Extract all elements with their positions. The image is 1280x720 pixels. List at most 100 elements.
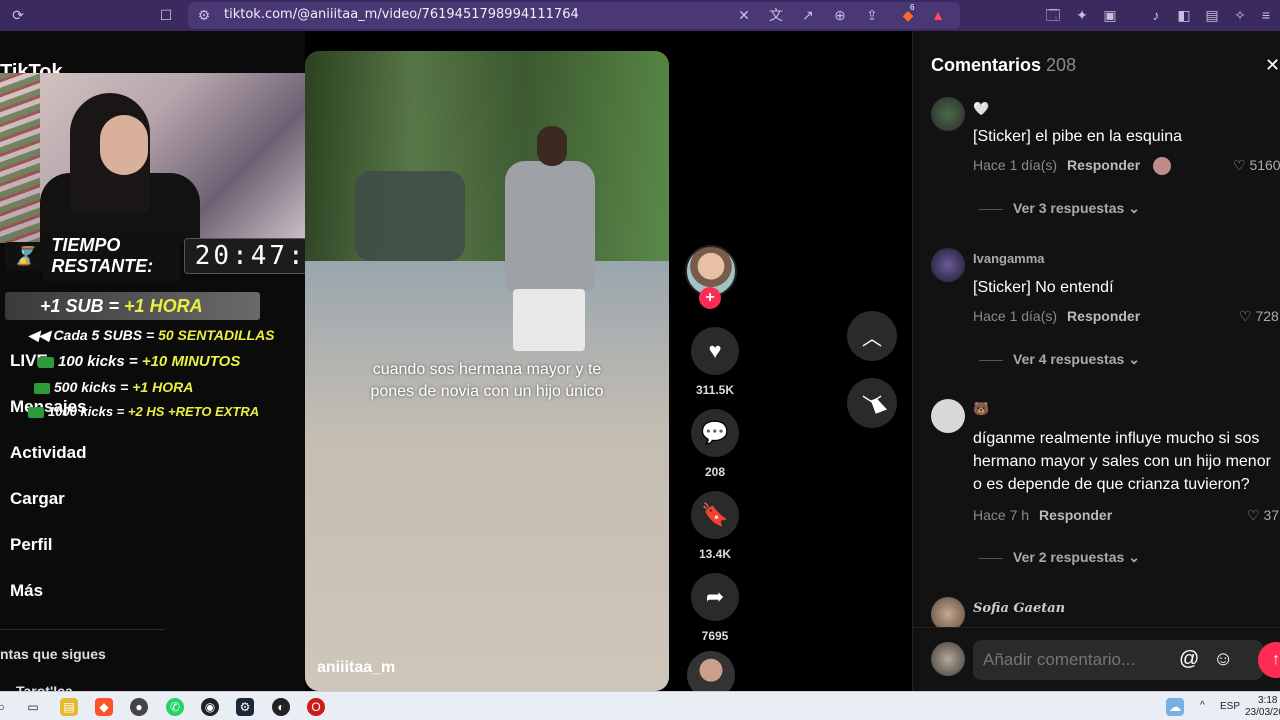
reply-button[interactable]: Responder — [1039, 507, 1112, 523]
opera-icon[interactable]: O — [307, 698, 325, 716]
reply-button[interactable]: Responder — [1067, 308, 1140, 324]
heart-outline-icon[interactable]: ♡ — [1247, 507, 1260, 523]
site-info-icon[interactable]: ⚙ — [196, 7, 212, 23]
sidebar-item-more[interactable]: Más — [10, 581, 43, 601]
comment-user[interactable]: 🤍 — [973, 101, 989, 117]
music-disc-avatar[interactable] — [687, 651, 735, 691]
comment-avatar[interactable] — [931, 597, 965, 631]
clock-date[interactable]: 23/03/20 — [1245, 707, 1280, 718]
bookmark-icon[interactable]: ☐ — [158, 7, 174, 23]
obs-icon[interactable]: ◉ — [201, 698, 219, 716]
task-view-icon[interactable]: ▭ — [24, 698, 42, 716]
comment-text: [Sticker] el pibe en la esquina — [973, 128, 1183, 145]
sidebar-icon[interactable]: ◧ — [1176, 7, 1192, 23]
language-indicator[interactable]: ESP — [1220, 701, 1240, 712]
creator-liked-avatar — [1153, 157, 1171, 175]
app-taskbar-icon[interactable]: ● — [130, 698, 148, 716]
extensions-icon[interactable]: ✦ — [1074, 7, 1090, 23]
comment-avatar[interactable] — [931, 97, 965, 131]
clock-time[interactable]: 3:18 — [1258, 695, 1277, 706]
comment-avatar[interactable] — [931, 399, 965, 433]
leo-ai-icon[interactable]: ✧ — [1232, 7, 1248, 23]
comment-like[interactable]: ♡ 728 — [1239, 308, 1279, 325]
translate-icon[interactable]: 文 — [768, 7, 784, 23]
money-icon — [34, 382, 50, 394]
epic-icon[interactable]: ◐ — [272, 698, 290, 716]
share-arrow-icon[interactable]: ➦ — [691, 573, 739, 621]
music-icon[interactable]: ♪ — [1148, 7, 1164, 23]
sidebar-item-upload[interactable]: Cargar — [10, 489, 65, 509]
view-replies-label: Ver 3 respuestas — [1013, 200, 1125, 216]
save-action[interactable]: 🔖 13.4K — [687, 491, 743, 561]
comment-user[interactable]: 🐻 — [973, 401, 989, 417]
rule-subs: ◀◀ Cada 5 SUBS = 50 SENTADILLAS — [28, 327, 275, 344]
url-text: tiktok.com/@aniiitaa_m/video/76194517989… — [224, 7, 579, 22]
like-action[interactable]: ♥ 311.5K — [687, 327, 743, 397]
comment-meta: Hace 1 día(s) Responder — [973, 308, 1140, 324]
heart-outline-icon[interactable]: ♡ — [1239, 308, 1252, 324]
video-person-head — [537, 126, 567, 166]
comment-avatar[interactable] — [931, 248, 965, 282]
sidebar-item-activity[interactable]: Actividad — [10, 443, 87, 463]
previous-video-button[interactable]: ︿ — [847, 311, 897, 361]
comment-like[interactable]: ♡ 5160 — [1233, 157, 1280, 174]
emoji-icon[interactable]: ☺ — [1213, 648, 1233, 671]
money-icon — [38, 356, 54, 368]
mention-icon[interactable]: @ — [1179, 648, 1199, 671]
following-user-item[interactable]: Tarot'Ica — [16, 683, 73, 691]
heart-icon[interactable]: ♥ — [691, 327, 739, 375]
hourglass-icon: ⌛ — [5, 241, 44, 271]
share-icon[interactable]: ⇪ — [864, 7, 880, 23]
divider-line — [979, 557, 1003, 559]
comment-text: [Sticker] No entendí — [973, 279, 1114, 296]
brave-rewards-icon[interactable]: ▲ — [930, 7, 946, 23]
wallet-icon[interactable]: ▤ — [1204, 7, 1220, 23]
screenshot-icon[interactable]: ▣ — [1102, 7, 1118, 23]
file-explorer-icon[interactable]: ▤ — [60, 698, 78, 716]
view-replies-button[interactable]: Ver 2 respuestas ⌄ — [979, 549, 1140, 566]
comment-user[interactable]: Ivangamma — [973, 251, 1045, 266]
rule-1000-kicks: 1000 kicks = +2 HS +RETO EXTRA — [28, 404, 259, 419]
comment-like-count: 5160 — [1249, 157, 1280, 173]
brave-taskbar-icon[interactable]: ◆ — [95, 698, 113, 716]
view-replies-button[interactable]: Ver 4 respuestas ⌄ — [979, 351, 1140, 368]
comment-input[interactable] — [983, 648, 1163, 672]
whatsapp-icon[interactable]: ✆ — [166, 698, 184, 716]
comment-action[interactable]: 💬 208 — [687, 409, 743, 479]
reload-icon[interactable]: ⟳ — [10, 7, 26, 23]
address-bar[interactable]: ⚙ tiktok.com/@aniiitaa_m/video/761945179… — [188, 2, 960, 29]
reply-button[interactable]: Responder — [1067, 157, 1140, 173]
brave-badge: 6 — [910, 3, 915, 12]
comment-icon[interactable]: 💬 — [691, 409, 739, 457]
heart-outline-icon[interactable]: ♡ — [1233, 157, 1246, 173]
comment-like-count: 728 — [1255, 308, 1279, 324]
video-person-shorts — [513, 289, 585, 351]
bookmark-save-icon[interactable]: 🔖 — [691, 491, 739, 539]
comment-time: Hace 1 día(s) — [973, 157, 1058, 173]
view-replies-button[interactable]: Ver 3 respuestas ⌄ — [979, 200, 1140, 217]
following-accounts-heading: ntas que sigues — [0, 646, 106, 662]
follow-plus-icon[interactable]: + — [699, 287, 721, 309]
chevron-down-icon: ⌄ — [1128, 200, 1140, 216]
no-tracking-icon[interactable]: ✕ — [736, 7, 752, 23]
view-replies-label: Ver 2 respuestas — [1013, 549, 1125, 565]
video-author[interactable]: aniiitaa_m — [317, 659, 395, 677]
extension-translate-icon[interactable]: 🗔 — [1045, 7, 1061, 23]
rule-subs-value: 50 SENTADILLAS — [158, 327, 275, 343]
menu-icon[interactable]: ≡ — [1258, 7, 1274, 23]
comment-like[interactable]: ♡ 37 — [1247, 507, 1279, 524]
close-icon[interactable]: ✕ — [1265, 55, 1280, 76]
sidebar-item-profile[interactable]: Perfil — [10, 535, 53, 555]
search-icon[interactable]: ○ — [0, 698, 10, 716]
weather-icon[interactable]: ☁ — [1166, 698, 1184, 716]
video-player[interactable]: cuando sos hermana mayor y te pones de n… — [305, 51, 669, 691]
webcam-person-face — [100, 115, 148, 175]
share-action[interactable]: ➦ 7695 — [687, 573, 743, 643]
comment-input-box[interactable]: @ ☺ — [973, 640, 1263, 680]
tray-chevron-icon[interactable]: ^ — [1200, 700, 1205, 711]
zoom-icon[interactable]: ⊕ — [832, 7, 848, 23]
comment-user[interactable]: Sofia Gaetan — [973, 601, 1065, 616]
steam-icon[interactable]: ⚙ — [236, 698, 254, 716]
open-external-icon[interactable]: ↗ — [800, 7, 816, 23]
comments-panel: Comentarios 208 ✕ 🤍 [Sticker] el pibe en… — [912, 31, 1280, 691]
